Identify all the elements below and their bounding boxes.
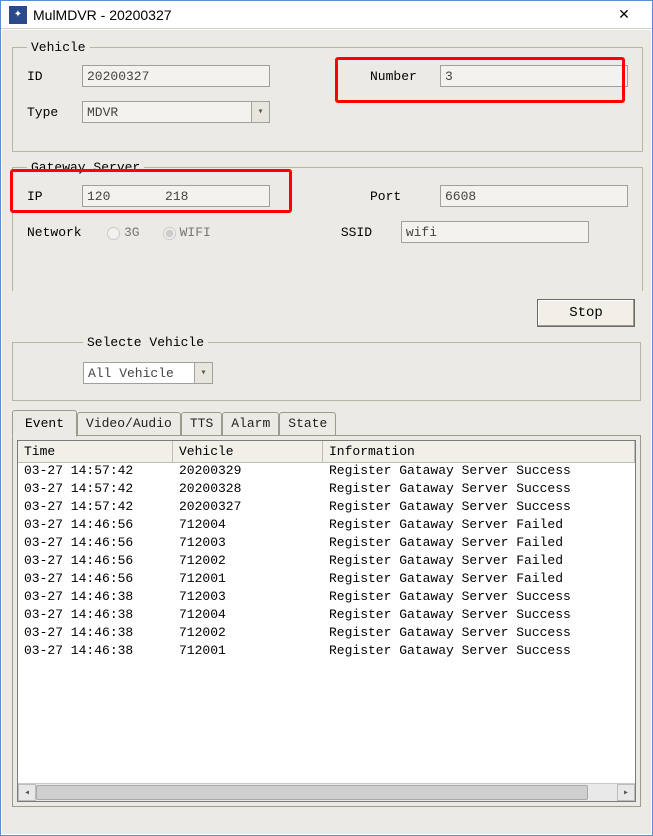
gateway-group: Gateway Server IP Port Network 3G WIFI xyxy=(12,160,643,291)
id-field[interactable] xyxy=(82,65,270,87)
event-grid: Time Vehicle Information 03-27 14:57:422… xyxy=(17,440,636,802)
ip-field[interactable] xyxy=(82,185,270,207)
cell-vehicle: 712001 xyxy=(173,643,323,661)
table-row[interactable]: 03-27 14:57:4220200327Register Gataway S… xyxy=(18,499,635,517)
cell-time: 03-27 14:46:38 xyxy=(18,643,173,661)
cell-time: 03-27 14:57:42 xyxy=(18,499,173,517)
cell-time: 03-27 14:46:56 xyxy=(18,517,173,535)
client-area: Vehicle ID Number Type MDVR ▾ Gateway Se… xyxy=(2,30,651,834)
table-row[interactable]: 03-27 14:46:56712002Register Gataway Ser… xyxy=(18,553,635,571)
ssid-label: SSID xyxy=(341,225,401,240)
cell-time: 03-27 14:46:56 xyxy=(18,571,173,589)
cell-vehicle: 20200327 xyxy=(173,499,323,517)
cell-vehicle: 712002 xyxy=(173,625,323,643)
cell-info: Register Gataway Server Success xyxy=(323,589,635,607)
window-title: MulMDVR - 20200327 xyxy=(33,7,172,23)
port-field[interactable] xyxy=(440,185,628,207)
cell-info: Register Gataway Server Failed xyxy=(323,553,635,571)
cell-time: 03-27 14:46:38 xyxy=(18,589,173,607)
ssid-field[interactable] xyxy=(401,221,589,243)
app-window: ✦ MulMDVR - 20200327 ✕ Vehicle ID Number… xyxy=(0,0,653,836)
horizontal-scrollbar[interactable]: ◂ ▸ xyxy=(18,783,635,801)
table-row[interactable]: 03-27 14:46:38712003Register Gataway Ser… xyxy=(18,589,635,607)
grid-body[interactable]: 03-27 14:57:4220200329Register Gataway S… xyxy=(18,463,635,783)
table-row[interactable]: 03-27 14:46:56712004Register Gataway Ser… xyxy=(18,517,635,535)
vehicle-group: Vehicle ID Number Type MDVR ▾ xyxy=(12,40,643,152)
table-row[interactable]: 03-27 14:46:38712004Register Gataway Ser… xyxy=(18,607,635,625)
cell-time: 03-27 14:57:42 xyxy=(18,463,173,481)
select-vehicle-dropdown[interactable]: All Vehicle ▾ xyxy=(83,362,213,384)
cell-vehicle: 20200328 xyxy=(173,481,323,499)
port-label: Port xyxy=(370,189,440,204)
cell-info: Register Gataway Server Failed xyxy=(323,535,635,553)
table-row[interactable]: 03-27 14:57:4220200329Register Gataway S… xyxy=(18,463,635,481)
gateway-legend: Gateway Server xyxy=(27,160,144,175)
scroll-thumb[interactable] xyxy=(36,785,588,800)
radio-wifi-input[interactable] xyxy=(163,227,176,240)
cell-info: Register Gataway Server Success xyxy=(323,499,635,517)
radio-3g-label: 3G xyxy=(124,225,140,240)
app-icon: ✦ xyxy=(9,6,27,24)
cell-vehicle: 712003 xyxy=(173,589,323,607)
network-label: Network xyxy=(27,225,102,240)
table-row[interactable]: 03-27 14:46:38712002Register Gataway Ser… xyxy=(18,625,635,643)
select-vehicle-group: Selecte Vehicle All Vehicle ▾ xyxy=(12,335,641,401)
cell-vehicle: 712002 xyxy=(173,553,323,571)
cell-vehicle: 712004 xyxy=(173,517,323,535)
tab-panel: Time Vehicle Information 03-27 14:57:422… xyxy=(12,435,641,807)
cell-time: 03-27 14:46:38 xyxy=(18,625,173,643)
cell-info: Register Gataway Server Success xyxy=(323,481,635,499)
vehicle-legend: Vehicle xyxy=(27,40,90,55)
tab-event[interactable]: Event xyxy=(12,410,77,437)
cell-info: Register Gataway Server Failed xyxy=(323,571,635,589)
radio-wifi[interactable]: WIFI xyxy=(158,224,211,240)
radio-wifi-label: WIFI xyxy=(180,225,211,240)
col-vehicle[interactable]: Vehicle xyxy=(173,441,323,462)
stop-button[interactable]: Stop xyxy=(537,299,635,327)
type-dropdown[interactable]: MDVR ▾ xyxy=(82,101,270,123)
scroll-right-icon[interactable]: ▸ xyxy=(617,784,635,801)
id-label: ID xyxy=(27,69,82,84)
table-row[interactable]: 03-27 14:57:4220200328Register Gataway S… xyxy=(18,481,635,499)
cell-info: Register Gataway Server Failed xyxy=(323,517,635,535)
cell-info: Register Gataway Server Success xyxy=(323,463,635,481)
cell-time: 03-27 14:46:56 xyxy=(18,535,173,553)
cell-vehicle: 712001 xyxy=(173,571,323,589)
col-time[interactable]: Time xyxy=(18,441,173,462)
cell-info: Register Gataway Server Success xyxy=(323,625,635,643)
number-label: Number xyxy=(370,69,440,84)
cell-time: 03-27 14:57:42 xyxy=(18,481,173,499)
grid-header: Time Vehicle Information xyxy=(18,441,635,463)
chevron-down-icon: ▾ xyxy=(251,102,269,122)
titlebar: ✦ MulMDVR - 20200327 ✕ xyxy=(1,1,652,29)
select-vehicle-legend: Selecte Vehicle xyxy=(83,335,208,350)
cell-vehicle: 712004 xyxy=(173,607,323,625)
close-icon[interactable]: ✕ xyxy=(604,3,644,27)
radio-3g[interactable]: 3G xyxy=(102,224,140,240)
number-field[interactable] xyxy=(440,65,628,87)
table-row[interactable]: 03-27 14:46:38712001Register Gataway Ser… xyxy=(18,643,635,661)
type-label: Type xyxy=(27,105,82,120)
cell-info: Register Gataway Server Success xyxy=(323,607,635,625)
cell-time: 03-27 14:46:38 xyxy=(18,607,173,625)
scroll-track[interactable] xyxy=(36,784,617,801)
cell-time: 03-27 14:46:56 xyxy=(18,553,173,571)
cell-vehicle: 712003 xyxy=(173,535,323,553)
ip-label: IP xyxy=(27,189,82,204)
type-value: MDVR xyxy=(87,105,118,120)
scroll-left-icon[interactable]: ◂ xyxy=(18,784,36,801)
tabs: Event Video/Audio TTS Alarm State xyxy=(12,410,641,436)
table-row[interactable]: 03-27 14:46:56712003Register Gataway Ser… xyxy=(18,535,635,553)
cell-vehicle: 20200329 xyxy=(173,463,323,481)
chevron-down-icon: ▾ xyxy=(194,363,212,383)
radio-3g-input[interactable] xyxy=(107,227,120,240)
table-row[interactable]: 03-27 14:46:56712001Register Gataway Ser… xyxy=(18,571,635,589)
col-info[interactable]: Information xyxy=(323,441,635,462)
select-vehicle-value: All Vehicle xyxy=(88,366,174,381)
cell-info: Register Gataway Server Success xyxy=(323,643,635,661)
